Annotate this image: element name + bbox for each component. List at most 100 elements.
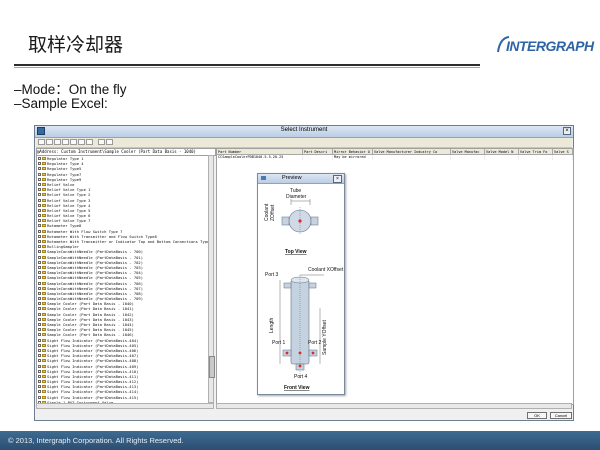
expand-icon[interactable] [38, 271, 41, 275]
help-icon[interactable] [106, 139, 113, 145]
folder-icon [42, 348, 46, 352]
expand-icon[interactable] [38, 312, 41, 316]
catalog-tree[interactable]: Regulator Type 1 Regulator Type 4 Regulato… [36, 155, 210, 405]
length-label: Length [269, 317, 275, 333]
expand-icon[interactable] [38, 302, 41, 306]
top-view-nozzle-left [281, 216, 290, 226]
expand-icon[interactable] [38, 177, 41, 181]
expand-icon[interactable] [38, 245, 41, 249]
expand-icon[interactable] [38, 286, 41, 290]
back-icon[interactable] [38, 139, 45, 145]
expand-icon[interactable] [38, 203, 41, 207]
expand-icon[interactable] [38, 188, 41, 192]
expand-icon[interactable] [38, 234, 41, 238]
expand-icon[interactable] [38, 364, 41, 368]
preview-icon[interactable] [98, 139, 105, 145]
expand-icon[interactable] [38, 182, 41, 186]
expand-icon[interactable] [38, 214, 41, 218]
port4-label: Port 4 [294, 374, 308, 380]
folder-icon [42, 224, 46, 228]
scroll-thumb[interactable] [209, 356, 215, 378]
tree-horizontal-scrollbar[interactable] [36, 403, 214, 409]
tree-vertical-scrollbar[interactable] [208, 155, 215, 403]
expand-icon[interactable] [38, 323, 41, 326]
expand-icon[interactable] [38, 380, 41, 384]
preview-title: Preview [282, 175, 302, 181]
cancel-button[interactable]: Cancel [550, 412, 572, 419]
expand-icon[interactable] [38, 224, 41, 228]
port2-marker [311, 351, 315, 355]
expand-icon[interactable] [38, 369, 41, 373]
expand-icon[interactable] [38, 250, 41, 254]
up-folder-icon[interactable] [54, 139, 61, 145]
expand-icon[interactable] [38, 333, 41, 337]
cell-part-description [303, 155, 333, 160]
expand-icon[interactable] [38, 265, 41, 269]
expand-icon[interactable] [38, 229, 41, 233]
port3-nozzle [283, 282, 292, 289]
expand-icon[interactable] [38, 260, 41, 264]
coolant-nozzle [308, 282, 317, 289]
filter-icon[interactable] [78, 139, 85, 145]
expand-icon[interactable] [38, 162, 41, 166]
expand-icon[interactable] [38, 291, 41, 295]
forward-icon[interactable] [46, 139, 53, 145]
expand-icon[interactable] [38, 208, 41, 212]
expand-icon[interactable] [38, 240, 41, 243]
folder-icon [42, 234, 46, 238]
expand-icon[interactable] [38, 374, 41, 378]
expand-icon[interactable] [38, 172, 41, 176]
expand-icon[interactable] [38, 276, 41, 280]
folder-icon [42, 374, 46, 378]
folder-icon [42, 333, 46, 337]
coolant-zoffset-label-2: ZOffset [270, 204, 276, 221]
folder-icon [42, 260, 46, 264]
footer-bar: © 2013, Intergraph Corporation. All Righ… [0, 431, 600, 450]
port3-label: Port 3 [265, 272, 279, 278]
logo-text: INTERGRAPH [506, 38, 594, 54]
intergraph-logo: INTERGRAPH [496, 36, 594, 54]
expand-icon[interactable] [38, 255, 41, 259]
preview-close-icon[interactable]: × [333, 175, 342, 183]
cell-mirror-behavior: May be mirrored [333, 155, 373, 160]
expand-icon[interactable] [38, 307, 41, 311]
preview-dialog: Preview × Tube Diameter Coolant ZOffset … [257, 173, 345, 395]
toolbar [36, 138, 572, 148]
cell-valve-s [553, 155, 573, 160]
sample-center-marker [298, 351, 302, 355]
refresh-icon[interactable] [86, 139, 93, 145]
sample-yoffset-label: Sample YOffset [322, 320, 328, 355]
folder-icon [42, 255, 46, 259]
grid-horizontal-scrollbar[interactable] [216, 403, 572, 409]
expand-icon[interactable] [38, 343, 41, 347]
table-row[interactable]: CCSampleCoolerPDB1040.5.5.20.25 May be m… [217, 155, 573, 160]
folder-icon [42, 297, 46, 301]
view-list-icon[interactable] [62, 139, 69, 145]
folder-icon [42, 203, 46, 207]
view-details-icon[interactable] [70, 139, 77, 145]
expand-icon[interactable] [38, 395, 41, 399]
expand-icon[interactable] [38, 281, 41, 285]
expand-icon[interactable] [38, 385, 41, 389]
expand-icon[interactable] [38, 193, 41, 197]
expand-icon[interactable] [38, 157, 41, 160]
cell-valve-model [485, 155, 519, 160]
expand-icon[interactable] [38, 354, 41, 358]
expand-icon[interactable] [38, 390, 41, 394]
folder-icon [42, 317, 46, 321]
ok-button[interactable]: OK [527, 412, 547, 419]
folder-icon [42, 182, 46, 186]
expand-icon[interactable] [38, 317, 41, 321]
expand-icon[interactable] [38, 167, 41, 171]
folder-icon [42, 245, 46, 249]
close-icon[interactable]: × [563, 127, 571, 135]
folder-icon [42, 380, 46, 384]
expand-icon[interactable] [38, 359, 41, 363]
expand-icon[interactable] [38, 348, 41, 352]
expand-icon[interactable] [38, 219, 41, 223]
expand-icon[interactable] [38, 338, 41, 342]
expand-icon[interactable] [38, 198, 41, 202]
expand-icon[interactable] [38, 297, 41, 301]
expand-icon[interactable] [38, 328, 41, 332]
folder-icon [42, 172, 46, 176]
